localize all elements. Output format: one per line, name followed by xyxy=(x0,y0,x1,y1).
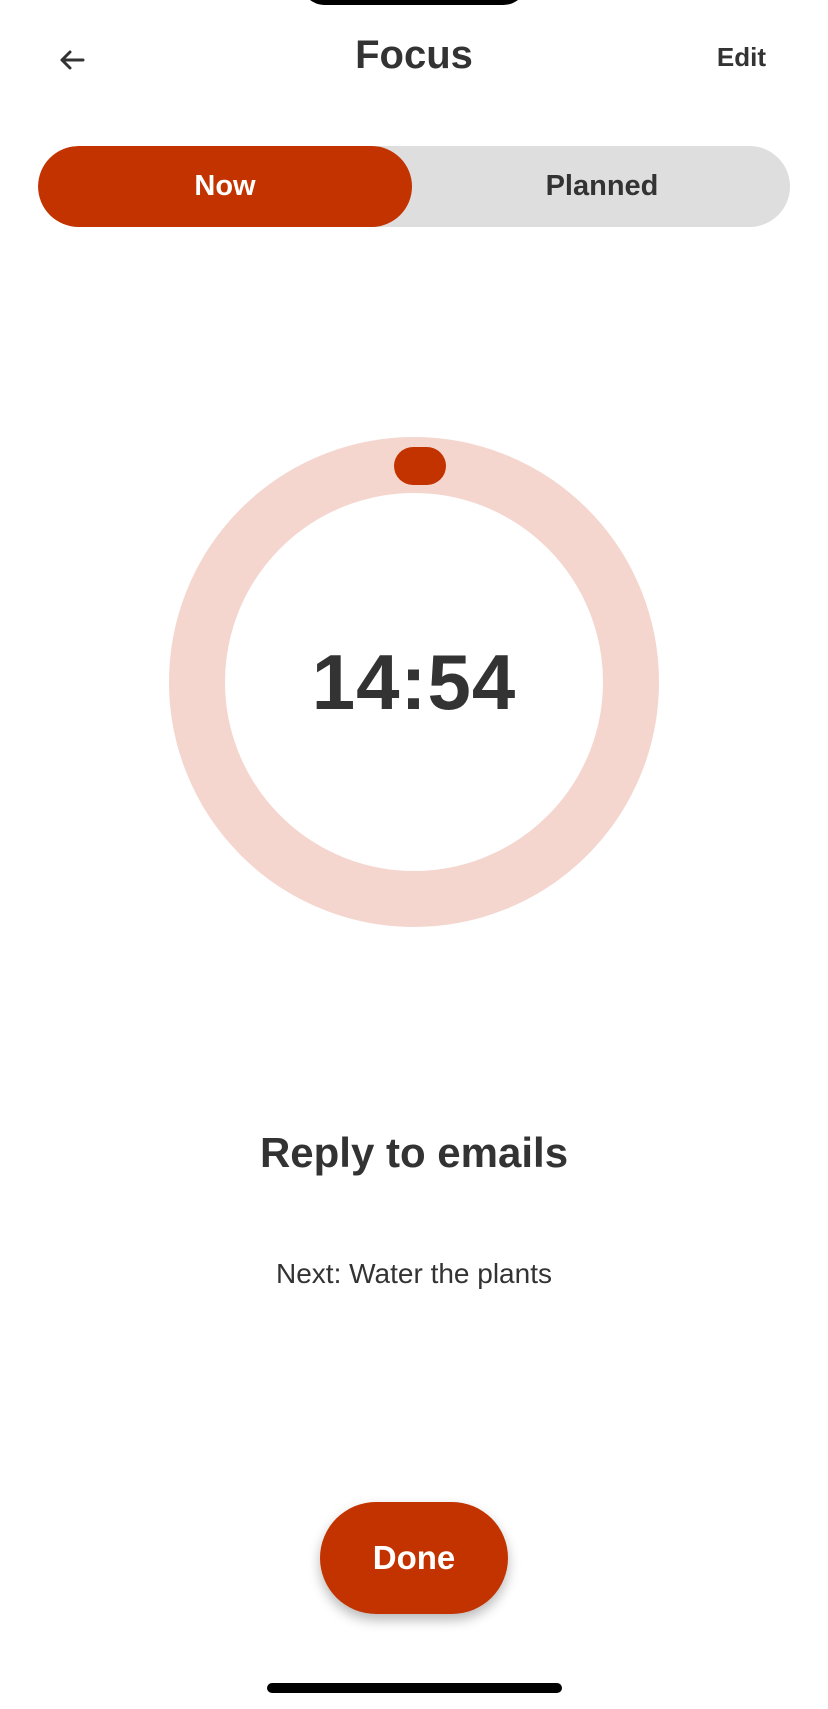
page-title: Focus xyxy=(355,33,473,77)
mode-segmented-control: Now Planned xyxy=(38,146,790,227)
edit-button[interactable]: Edit xyxy=(717,38,766,76)
current-task-title: Reply to emails xyxy=(259,1129,569,1176)
timer-countdown: 14:54 xyxy=(311,637,517,726)
done-button[interactable]: Done xyxy=(320,1502,508,1614)
next-task-label: Next: Water the plants xyxy=(276,1258,552,1289)
segment-planned[interactable]: Planned xyxy=(414,146,790,227)
home-indicator xyxy=(267,1683,562,1693)
device-notch xyxy=(300,0,528,5)
segment-now[interactable]: Now xyxy=(38,146,412,227)
